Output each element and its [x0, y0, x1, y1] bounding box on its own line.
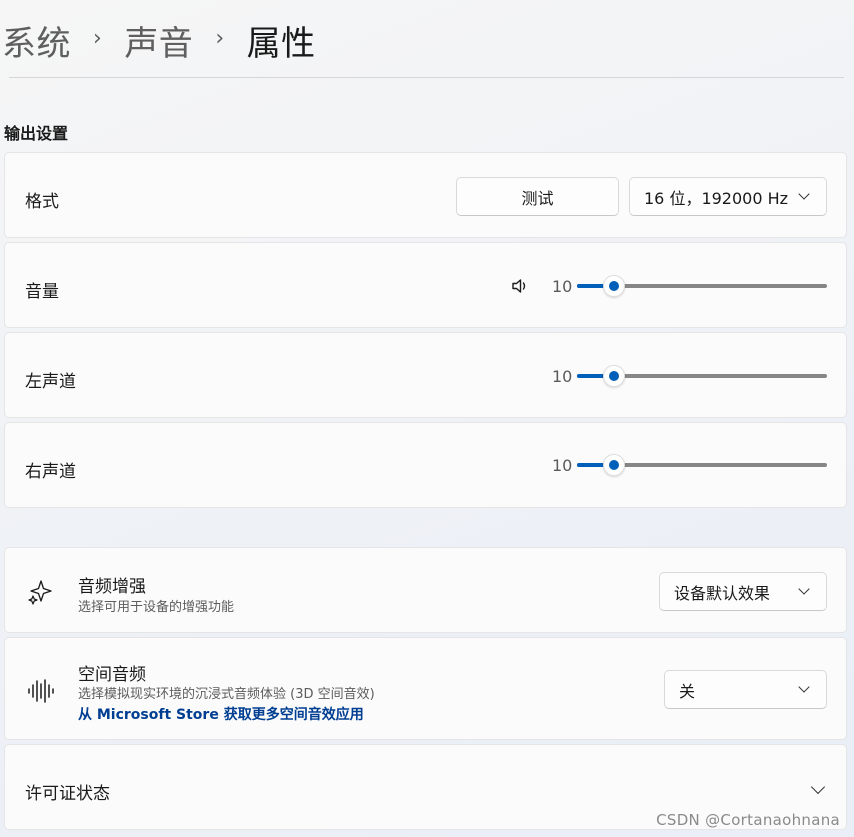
breadcrumb-item-sound[interactable]: 声音: [124, 16, 193, 65]
speaker-icon[interactable]: [510, 276, 530, 300]
watermark: CSDN @Cortanaohnana: [656, 811, 840, 829]
format-dropdown-value: 16 位，192000 Hz: [644, 188, 789, 208]
volume-slider[interactable]: [577, 275, 827, 297]
format-card: 格式 测试 16 位，192000 Hz: [4, 152, 847, 238]
audio-enhancement-title: 音频增强: [78, 577, 146, 597]
audio-enhancement-dropdown[interactable]: 设备默认效果: [659, 572, 827, 611]
section-title-output: 输出设置: [4, 124, 69, 143]
right-channel-slider[interactable]: [577, 454, 827, 476]
volume-label: 音量: [25, 282, 59, 302]
format-dropdown[interactable]: 16 位，192000 Hz: [629, 177, 827, 216]
spatial-audio-dropdown-value: 关: [679, 681, 696, 701]
sparkle-icon: [27, 578, 53, 610]
volume-value: 10: [552, 277, 573, 296]
chevron-right-icon: ›: [93, 25, 103, 51]
license-status-label: 许可证状态: [25, 784, 110, 804]
right-channel-value: 10: [552, 456, 573, 475]
test-button[interactable]: 测试: [456, 177, 619, 216]
spatial-audio-subtitle: 选择模拟现实环境的沉浸式音频体验 (3D 空间音效): [78, 687, 375, 702]
chevron-down-icon: [798, 187, 810, 200]
left-channel-value: 10: [552, 367, 573, 386]
chevron-down-icon: [798, 582, 810, 595]
right-channel-card: 右声道 10: [4, 422, 847, 508]
right-channel-slider-thumb[interactable]: [603, 454, 625, 476]
spatial-audio-title: 空间音频: [78, 665, 146, 685]
microsoft-store-link[interactable]: 从 Microsoft Store 获取更多空间音效应用: [78, 704, 364, 724]
left-channel-slider-thumb[interactable]: [603, 365, 625, 387]
chevron-down-icon[interactable]: [810, 779, 826, 795]
spatial-audio-card: 空间音频 选择模拟现实环境的沉浸式音频体验 (3D 空间音效) 从 Micros…: [4, 637, 847, 740]
volume-slider-thumb[interactable]: [603, 275, 625, 297]
chevron-right-icon: ›: [215, 25, 225, 51]
audio-enhancement-card: 音频增强 选择可用于设备的增强功能 设备默认效果: [4, 547, 847, 633]
breadcrumb-item-system[interactable]: 系统: [2, 16, 71, 65]
left-channel-label: 左声道: [25, 372, 76, 392]
left-channel-card: 左声道 10: [4, 332, 847, 418]
chevron-down-icon: [798, 680, 810, 693]
audio-enhancement-dropdown-value: 设备默认效果: [674, 583, 771, 603]
page-title: 属性: [246, 23, 316, 64]
sound-wave-icon: [27, 678, 55, 708]
volume-card: 音量 10: [4, 242, 847, 328]
audio-enhancement-subtitle: 选择可用于设备的增强功能: [78, 600, 235, 615]
spatial-audio-dropdown[interactable]: 关: [664, 670, 827, 709]
header-divider: [9, 77, 844, 78]
format-label: 格式: [25, 192, 59, 212]
breadcrumb: 系统 › 声音 › 属性: [2, 14, 316, 66]
right-channel-label: 右声道: [25, 462, 76, 482]
left-channel-slider[interactable]: [577, 365, 827, 387]
